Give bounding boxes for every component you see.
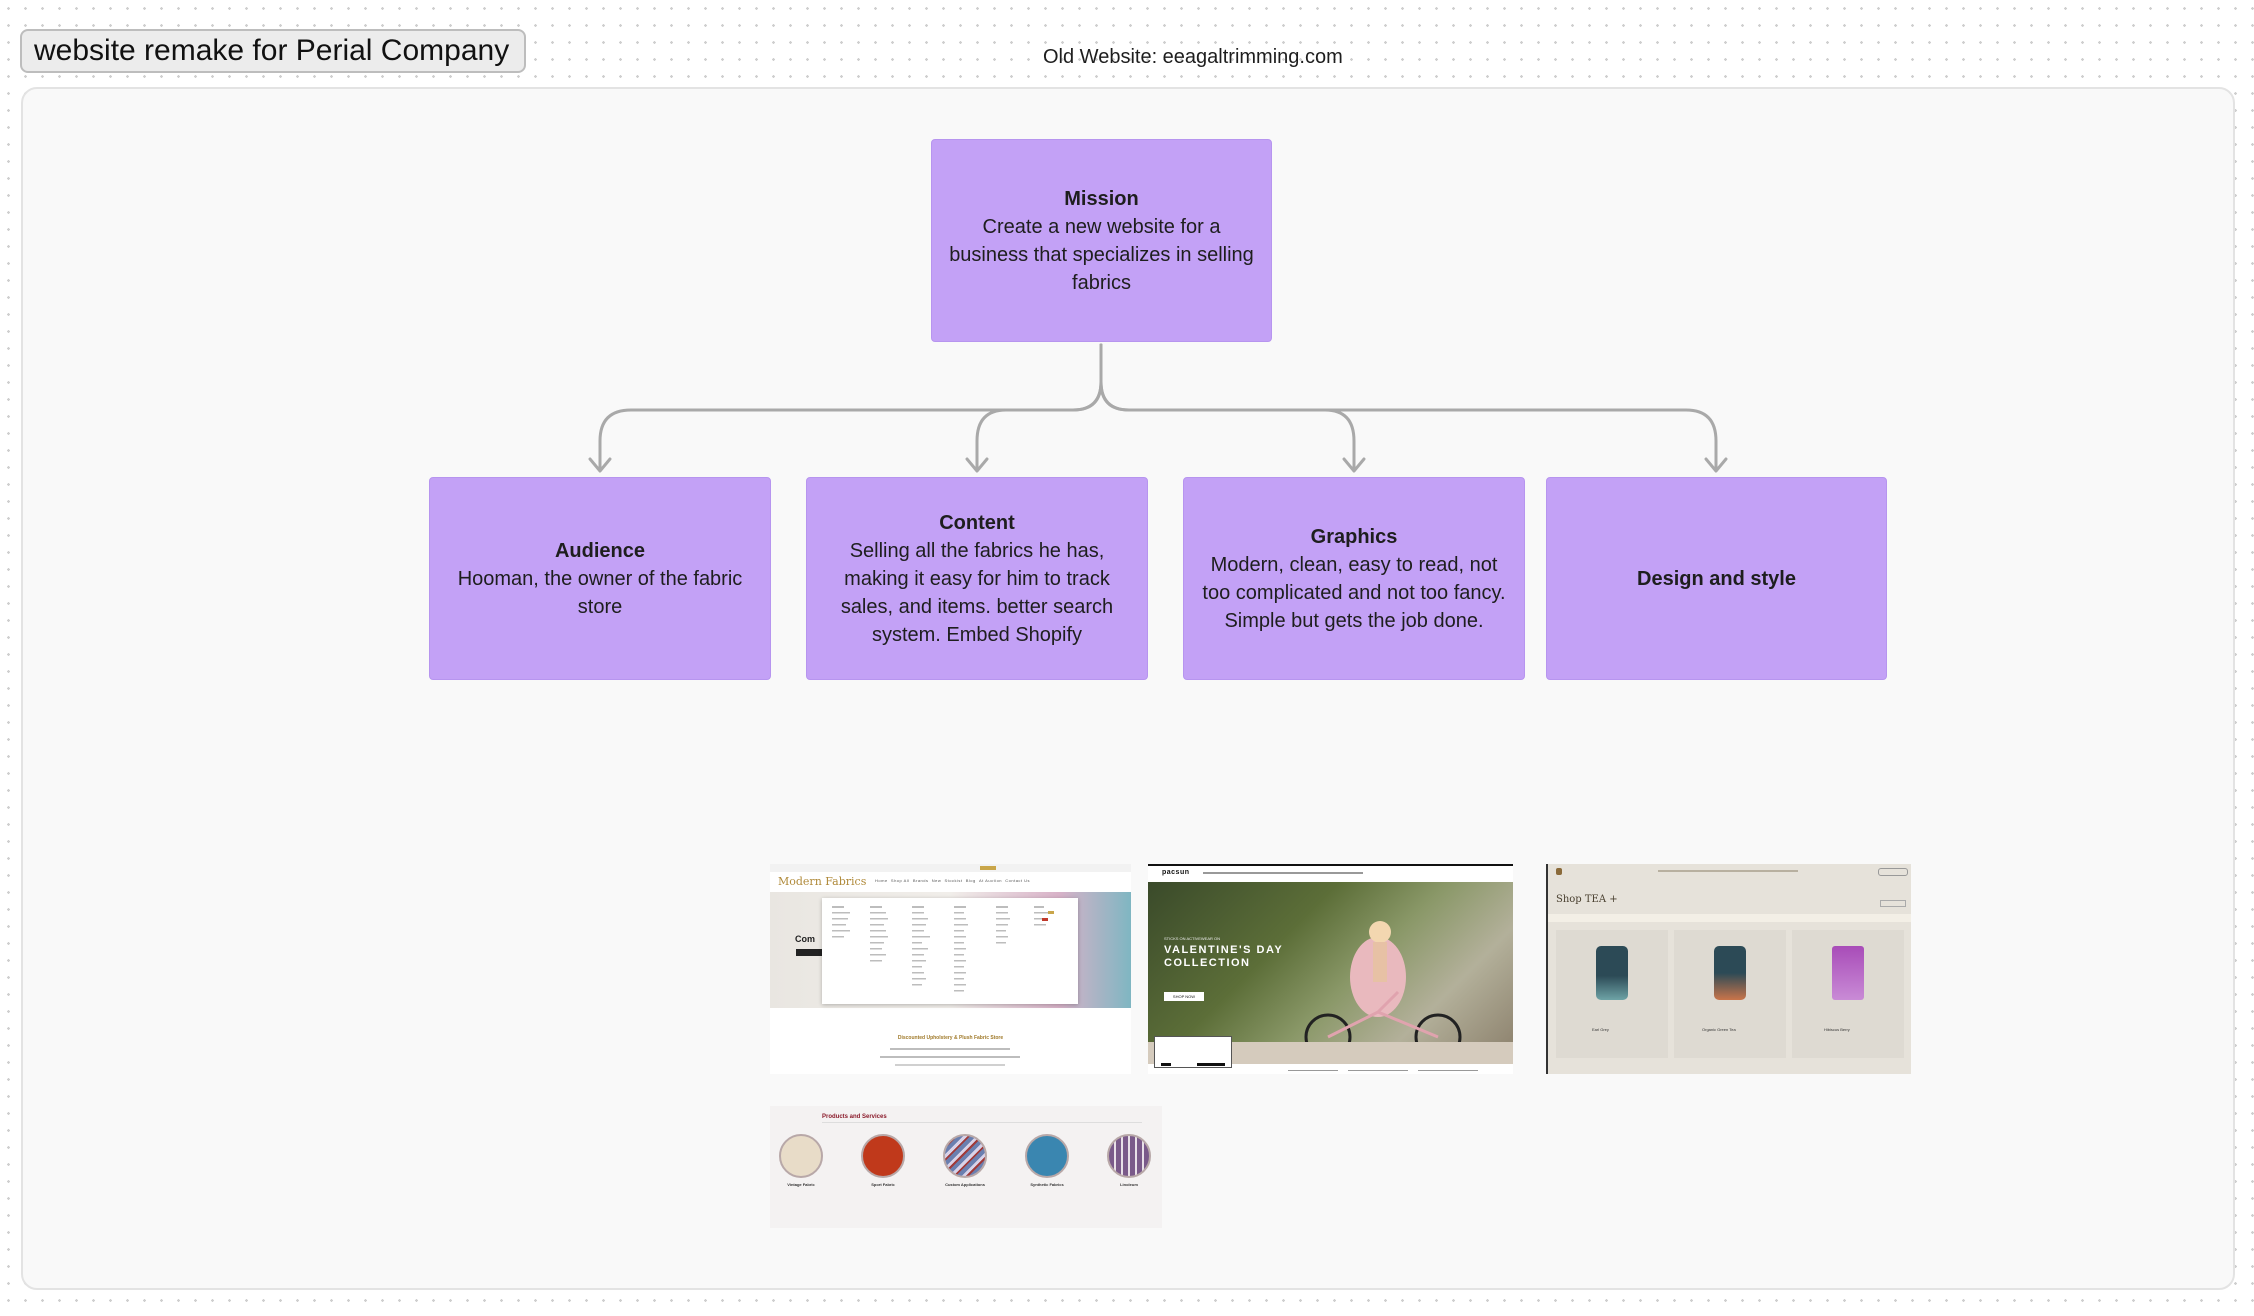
mega-menu-dropdown: [822, 898, 1078, 1004]
board-title[interactable]: website remake for Perial Company: [20, 29, 526, 73]
announcement-bar: [770, 864, 1131, 872]
tea-product-card: Hibiscus Berry: [1792, 930, 1904, 1058]
tea-product-name: Earl Grey: [1592, 1027, 1609, 1032]
tea-product-name: Organic Green Tea: [1702, 1027, 1736, 1032]
tea-product-card: Earl Grey: [1556, 930, 1668, 1058]
footer-link: [1418, 1070, 1478, 1074]
tea-heading: Shop TEA +: [1556, 894, 1618, 905]
tea-banner: [1548, 914, 1911, 922]
product-label: Vintage Fabric: [787, 1182, 815, 1187]
pacsun-logo: pacsun: [1162, 869, 1190, 876]
product-item: Synthetic Fabrics: [1024, 1134, 1070, 1187]
tea-tin: [1596, 946, 1628, 1000]
tea-pouch: [1832, 946, 1864, 1000]
design-title: Design and style: [1637, 567, 1796, 590]
mission-title: Mission: [1064, 187, 1139, 210]
tea-product-card: Organic Green Tea: [1674, 930, 1786, 1058]
modern-fabrics-screenshot[interactable]: Modern Fabrics Com Home Shop All Brands …: [770, 864, 1131, 1074]
product-circle-icon: [1107, 1134, 1151, 1178]
content-text: Selling all the fabrics he has, making i…: [840, 539, 1114, 646]
product-label: Sport Fabric: [871, 1182, 895, 1187]
content-title: Content: [939, 511, 1015, 534]
mission-text: Create a new website for a business that…: [949, 215, 1254, 294]
modern-fabrics-nav: Home Shop All Brands New Stockist Blog A…: [875, 878, 1031, 883]
tea-nav: [1658, 870, 1798, 872]
design-node[interactable]: Design and style: [1546, 477, 1887, 680]
footer-link: [1348, 1070, 1408, 1074]
hero-headline: VALENTINE'S DAY COLLECTION: [1164, 944, 1284, 969]
hero-kicker: STICKS ON ACTIVEWEAR ON: [1164, 936, 1221, 941]
announcement-badge: [980, 866, 996, 870]
tea-sort-control: [1880, 900, 1906, 907]
tea-tin: [1714, 946, 1746, 1000]
cookie-popup: [1154, 1036, 1232, 1068]
product-item: Vintage Fabric: [778, 1134, 824, 1187]
product-item: Sport Fabric: [860, 1134, 906, 1187]
content-node[interactable]: Content Selling all the fabrics he has, …: [806, 477, 1148, 680]
shop-now-button: SHOP NOW: [1164, 992, 1204, 1001]
modern-fabrics-logo: Modern Fabrics: [778, 875, 867, 888]
graphics-node[interactable]: Graphics Modern, clean, easy to read, no…: [1183, 477, 1525, 680]
valentines-screenshot[interactable]: pacsun STICKS ON ACTIVEWEAR ON VALENTINE…: [1148, 864, 1513, 1074]
pacsun-nav: [1203, 872, 1363, 874]
hero-heading-fragment: Com: [795, 934, 815, 944]
product-label: Linoleum: [1120, 1182, 1138, 1187]
store-text-line: [895, 1064, 1005, 1066]
tea-product-name: Hibiscus Berry: [1824, 1027, 1850, 1032]
product-item: Custom Applications: [942, 1134, 988, 1187]
graphics-title: Graphics: [1310, 525, 1398, 548]
mission-node[interactable]: Mission Create a new website for a busin…: [931, 139, 1272, 342]
tea-shop-screenshot[interactable]: Shop TEA + Earl Grey Organic Green Tea H…: [1546, 864, 1911, 1074]
store-text-line: [890, 1048, 1010, 1050]
audience-title: Audience: [554, 539, 646, 562]
products-divider: [822, 1122, 1142, 1123]
old-website-note[interactable]: Old Website: eeagaltrimming.com: [1043, 46, 1343, 69]
graphics-text: Modern, clean, easy to read, not too com…: [1202, 553, 1506, 632]
store-heading: Discounted Upholstery & Plush Fabric Sto…: [897, 1035, 1004, 1041]
tea-cart-button: [1878, 868, 1908, 876]
product-label: Synthetic Fabrics: [1030, 1182, 1064, 1187]
hero-button: [796, 949, 822, 956]
mega-menu-columns: [832, 906, 1054, 992]
products-heading: Products and Services: [822, 1114, 887, 1120]
products-services-screenshot[interactable]: Products and Services Vintage Fabric Spo…: [770, 1106, 1162, 1228]
audience-node[interactable]: Audience Hooman, the owner of the fabric…: [429, 477, 771, 680]
product-circle-icon: [861, 1134, 905, 1178]
pacsun-header: [1148, 866, 1513, 882]
product-label: Custom Applications: [945, 1182, 985, 1187]
store-text-line: [880, 1056, 1020, 1058]
product-circle-icon: [943, 1134, 987, 1178]
footer-link: [1288, 1070, 1338, 1074]
tea-logo-icon: [1556, 868, 1562, 875]
product-item: Linoleum: [1106, 1134, 1152, 1187]
product-circle-icon: [779, 1134, 823, 1178]
audience-text: Hooman, the owner of the fabric store: [457, 567, 743, 618]
product-circle-icon: [1025, 1134, 1069, 1178]
